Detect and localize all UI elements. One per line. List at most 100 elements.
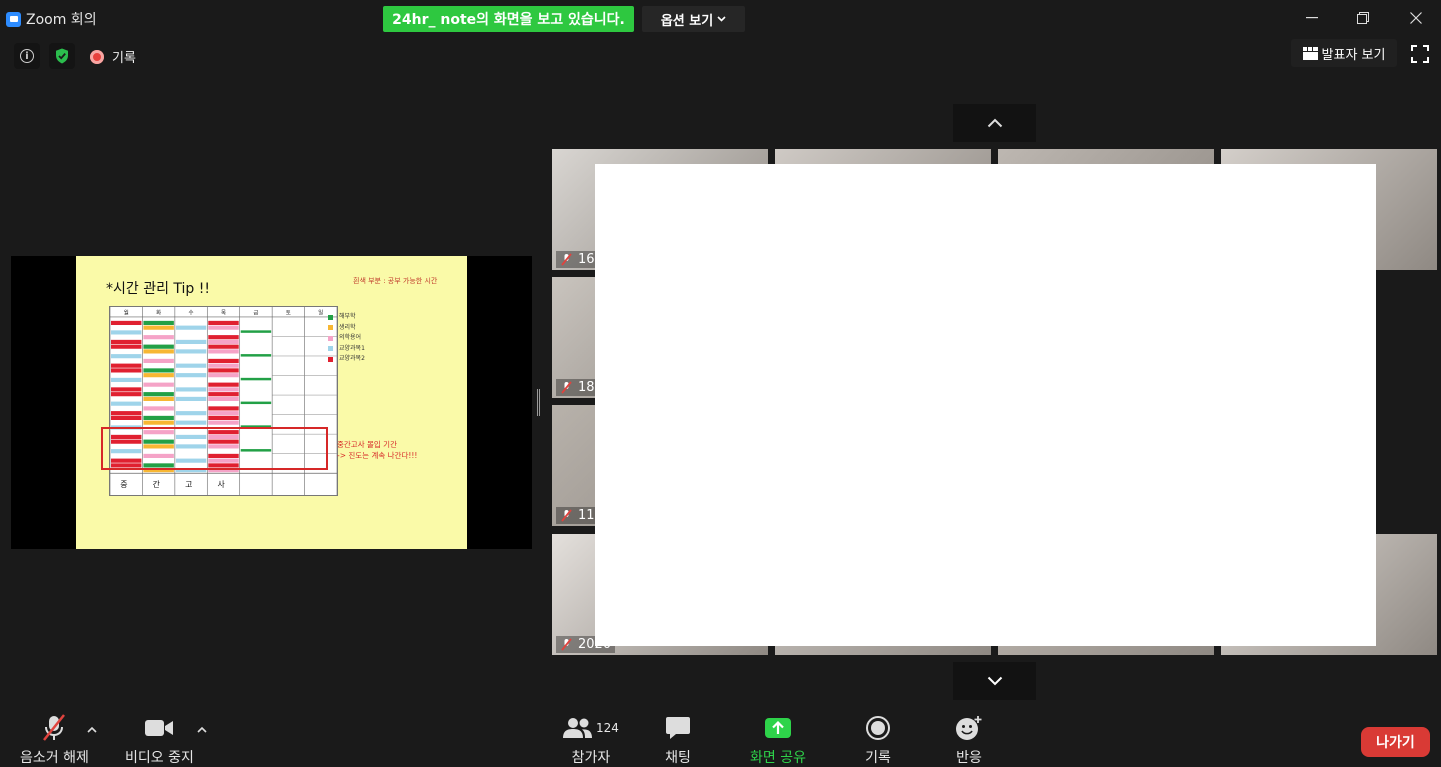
legend-label: 생리학 (339, 323, 356, 331)
timetable-study-band (110, 368, 142, 373)
record-icon (866, 716, 890, 740)
minimize-button[interactable] (1302, 8, 1322, 28)
timetable-study-band (110, 344, 142, 349)
restore-button[interactable] (1353, 8, 1373, 28)
zoom-logo-icon (6, 11, 21, 27)
timetable-day-header: 목 (221, 309, 226, 316)
meeting-toolbar: 음소거 해제 비디오 중지 124 참가자 채팅 화면 공유 기록 반응 나가기 (0, 706, 1441, 767)
unmute-button[interactable]: 음소거 해제 (20, 714, 89, 767)
timetable-study-band (175, 396, 207, 401)
reaction-emoji-icon (956, 716, 982, 740)
timetable-study-band (208, 382, 239, 387)
timetable-study-band (240, 330, 272, 333)
timetable-study-band (208, 415, 239, 420)
timetable-study-band (208, 387, 239, 392)
timetable-study-band (208, 339, 239, 345)
timetable-study-band (143, 349, 174, 354)
microphone-muted-icon (561, 638, 572, 651)
leave-meeting-button[interactable]: 나가기 (1361, 727, 1430, 757)
timetable-study-band (143, 325, 174, 330)
participants-count: 124 (596, 721, 619, 735)
video-options-caret-icon[interactable] (196, 724, 208, 736)
slide-title: *시간 관리 Tip !! (106, 281, 210, 297)
legend-item: 교양과목1 (328, 344, 365, 355)
window-title: Zoom 회의 (26, 12, 97, 28)
microphone-muted-icon (43, 714, 66, 741)
stop-video-button[interactable]: 비디오 중지 (125, 714, 194, 767)
timetable-study-band (143, 344, 174, 349)
recording-indicator[interactable]: 기록 (90, 47, 136, 66)
legend-item: 의학용어 (328, 333, 365, 344)
share-screen-label: 화면 공유 (750, 750, 806, 766)
speaker-view-label: 발표자 보기 (1321, 47, 1386, 63)
record-dot-icon (90, 49, 104, 64)
timetable-study-band (175, 339, 207, 345)
timetable-study-band (208, 396, 239, 401)
recording-label: 기록 (112, 51, 136, 66)
video-camera-icon (145, 720, 174, 736)
timetable-study-band (143, 335, 174, 340)
timetable-study-band (175, 420, 207, 425)
stop-video-label: 비디오 중지 (125, 750, 194, 766)
legend-label: 해부학 (339, 313, 356, 320)
gallery-page-down-button[interactable] (953, 662, 1036, 700)
timetable-study-band (208, 411, 239, 416)
timetable-day-header: 수 (189, 309, 194, 316)
security-button[interactable] (49, 43, 75, 69)
chat-button[interactable]: 채팅 (665, 714, 691, 767)
timetable-study-band (143, 396, 174, 401)
viewing-banner: 24hr_ note의 화면을 보고 있습니다. (383, 6, 634, 32)
legend-swatch (328, 335, 333, 341)
share-screen-button[interactable]: 화면 공유 (750, 714, 806, 767)
restore-icon (1357, 12, 1369, 24)
exam-period-highlight-box (101, 427, 328, 470)
exam-period-note-line2: -> 진도는 계속 나간다!!! (337, 451, 418, 460)
timetable-study-band (208, 349, 239, 354)
timetable-study-band (110, 330, 142, 335)
shield-icon (56, 48, 68, 64)
record-label: 기록 (865, 750, 891, 766)
chat-icon (666, 717, 690, 739)
timetable-study-band (143, 320, 174, 326)
meeting-info-button[interactable]: i (14, 43, 40, 69)
legend-item: 교양과목2 (328, 354, 365, 365)
window-title-group: Zoom 회의 (6, 9, 97, 29)
timetable-study-band (143, 420, 174, 425)
reactions-label: 반응 (956, 750, 982, 766)
panel-resize-handle[interactable] (537, 389, 540, 416)
timetable-study-band (143, 392, 174, 397)
timetable-study-band (110, 392, 142, 397)
view-options-button[interactable]: 옵션 보기 (642, 6, 745, 32)
timetable-study-band (110, 415, 142, 420)
timetable-day-header: 화 (156, 309, 161, 316)
legend-swatch (328, 356, 333, 362)
timetable-exam-cell: 고 (185, 480, 192, 489)
blank-overlay-panel (595, 164, 1376, 646)
timetable-day-header: 토 (286, 309, 291, 316)
view-options-label: 옵션 보기 (660, 13, 714, 29)
timetable-study-band (110, 411, 142, 416)
timetable-study-band (208, 406, 239, 411)
reactions-button[interactable]: 반응 (955, 714, 983, 767)
record-button[interactable]: 기록 (865, 714, 891, 767)
participants-label: 참가자 (571, 750, 611, 766)
close-button[interactable] (1406, 8, 1426, 28)
legend-label: 교양과목1 (339, 344, 365, 352)
chevron-down-icon (987, 676, 1002, 686)
participants-button[interactable]: 124 참가자 (563, 714, 619, 767)
timetable-study-band (143, 368, 174, 373)
presentation-slide: *시간 관리 Tip !! 흰색 부분 : 공부 가능한 시간 월 화 수 목 금 토 일중… (76, 256, 467, 549)
fullscreen-icon[interactable] (1410, 44, 1430, 64)
audio-options-caret-icon[interactable] (86, 724, 98, 736)
timetable-study-band (110, 377, 142, 383)
minimize-icon (1306, 17, 1318, 19)
timetable-study-band (110, 354, 142, 359)
close-icon (1410, 12, 1422, 24)
meeting-top-bar: i 기록 발표자 보기 (0, 33, 1441, 76)
timetable-study-band (143, 406, 174, 411)
gallery-page-up-button[interactable] (953, 104, 1036, 142)
exam-period-note: 중간고사 몰입 기간 -> 진도는 계속 나간다!!! (337, 439, 417, 461)
microphone-muted-icon (561, 509, 572, 522)
speaker-view-button[interactable]: 발표자 보기 (1291, 39, 1397, 67)
timetable-study-band (208, 320, 239, 326)
